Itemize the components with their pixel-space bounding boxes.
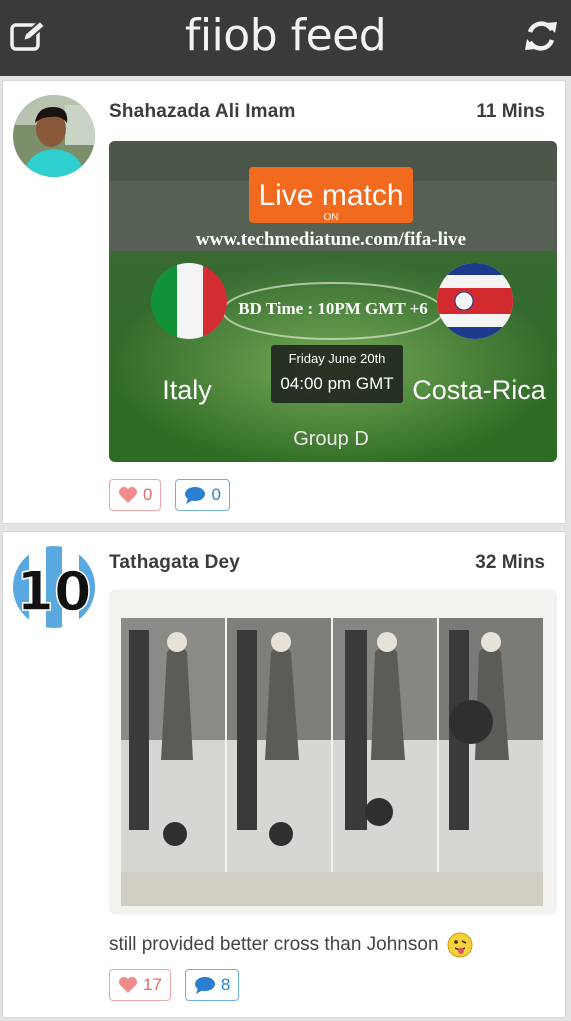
- group-label: Group D: [293, 428, 369, 450]
- post-caption: still provided better cross than Johnson: [109, 932, 473, 958]
- comment-button[interactable]: 8: [184, 969, 240, 1001]
- post-stats: 0 0: [109, 479, 230, 511]
- refresh-button[interactable]: [519, 14, 563, 58]
- promo-url: www.techmediatune.com/fifa-live: [196, 229, 466, 250]
- avatar[interactable]: [13, 95, 95, 177]
- like-count: 0: [143, 485, 153, 504]
- author-name[interactable]: Tathagata Dey: [109, 552, 240, 574]
- post-image[interactable]: Live match ON www.techmediatune.com/fifa…: [109, 141, 557, 462]
- like-count: 17: [143, 975, 162, 994]
- refresh-icon: [525, 21, 557, 51]
- comment-icon: [194, 977, 215, 994]
- avatar-photo: [13, 95, 95, 177]
- avatar[interactable]: 10: [13, 546, 95, 628]
- team-right: Costa-Rica: [412, 375, 547, 405]
- post-time: 11 Mins: [476, 101, 545, 122]
- like-button[interactable]: 0: [109, 479, 162, 511]
- feed-post: Shahazada Ali Imam 11 Mins Live match ON…: [2, 80, 566, 524]
- caption-text: still provided better cross than Johnson: [109, 934, 439, 955]
- tongue-emoji-icon: [447, 932, 473, 958]
- match-time: 04:00 pm GMT: [280, 374, 393, 393]
- heart-icon: [119, 977, 137, 993]
- live-badge-text: Live match: [258, 179, 403, 212]
- author-name[interactable]: Shahazada Ali Imam: [109, 101, 296, 123]
- app-title: fiiob feed: [184, 10, 387, 61]
- comment-count: 0: [211, 485, 221, 504]
- like-button[interactable]: 17: [109, 969, 171, 1001]
- match-date: Friday June 20th: [289, 351, 386, 366]
- jersey-number: 10: [16, 560, 91, 623]
- top-bar: fiiob feed: [0, 0, 571, 76]
- bd-time: BD Time : 10PM GMT +6: [238, 299, 428, 318]
- comment-icon: [185, 487, 206, 504]
- post-time: 32 Mins: [475, 552, 545, 573]
- post-image[interactable]: [109, 590, 557, 914]
- team-left: Italy: [162, 375, 212, 405]
- comment-count: 8: [220, 975, 231, 994]
- live-badge-sub: ON: [324, 212, 339, 223]
- heart-icon: [119, 487, 137, 503]
- feed-post: 10 Tathagata Dey 32 Mins still provided …: [2, 531, 566, 1018]
- avatar-jersey: 10: [13, 546, 95, 628]
- comment-button[interactable]: 0: [175, 479, 230, 511]
- post-stats: 17 8: [109, 969, 240, 1001]
